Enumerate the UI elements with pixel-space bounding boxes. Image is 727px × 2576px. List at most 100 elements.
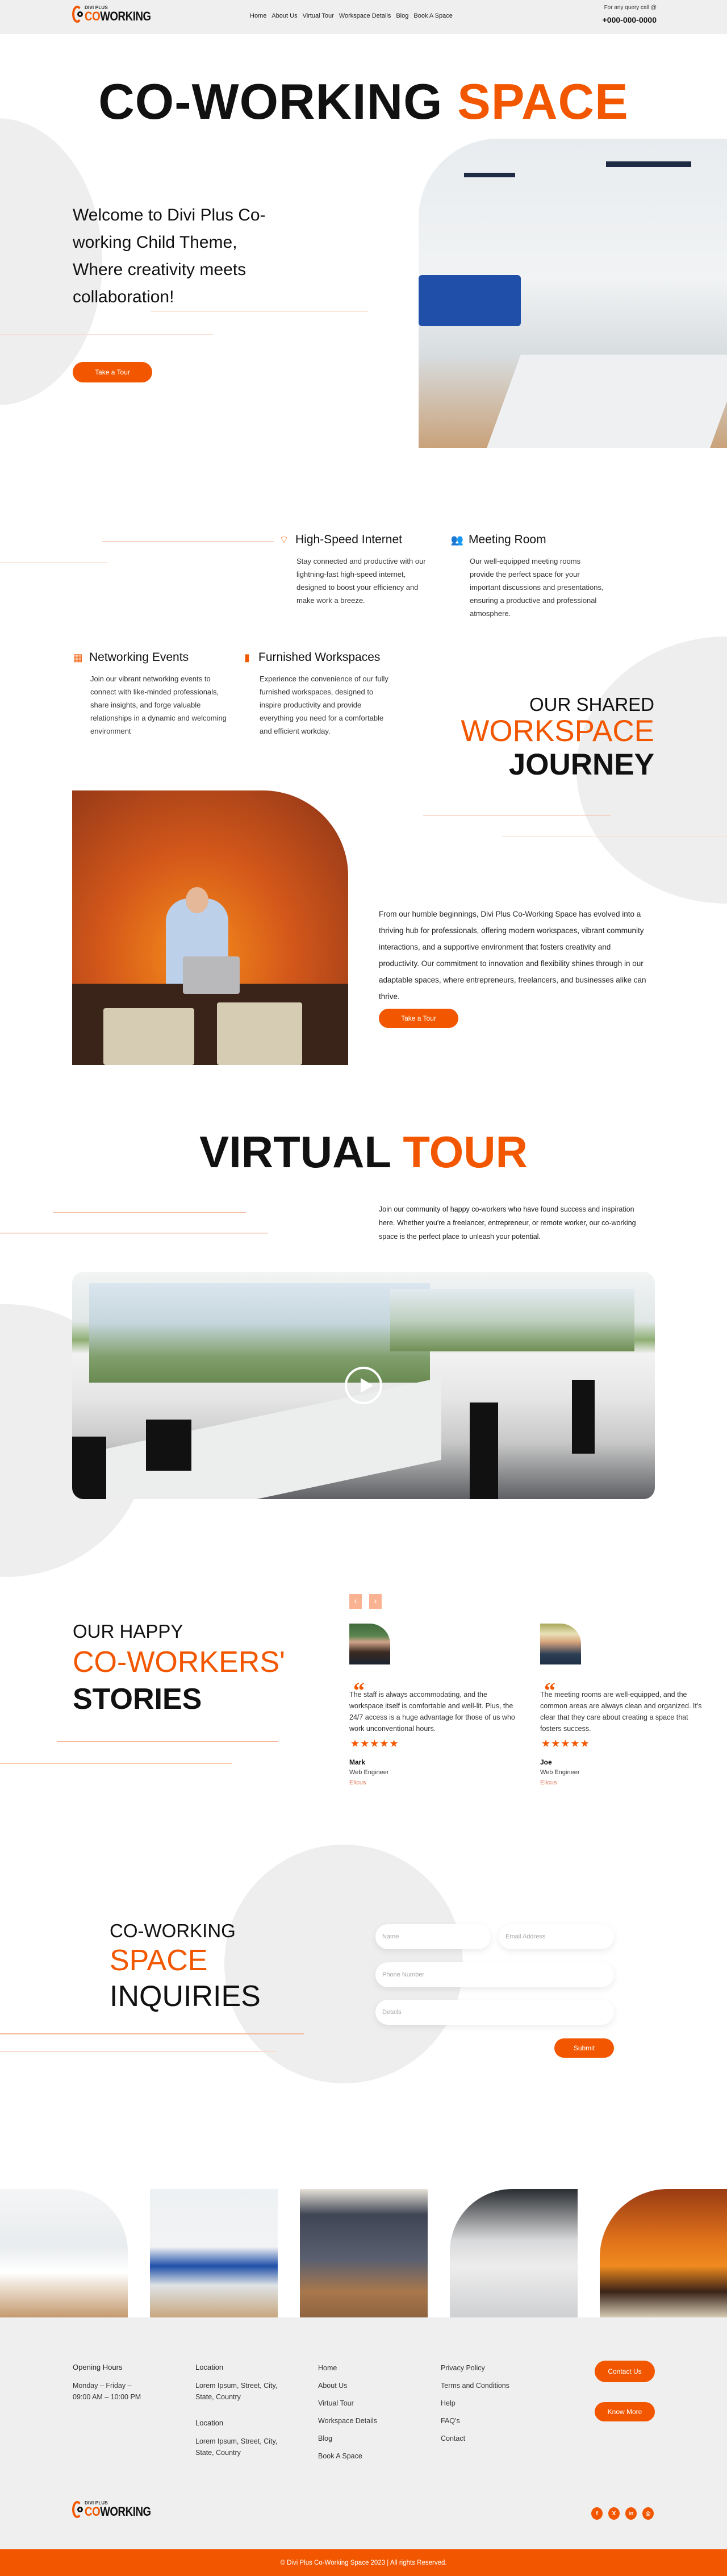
feature-furnished-workspaces: ▮ Furnished Workspaces Experience the con… [241, 651, 396, 738]
testimonial-text: The meeting rooms are well-equipped, and… [540, 1691, 702, 1733]
footer-link-help[interactable]: Help [441, 2399, 456, 2407]
journey-take-tour-button[interactable]: Take a Tour [379, 1009, 458, 1028]
site-header: DIVI PLUS COWORKING Home About Us Virtua… [0, 0, 727, 34]
nav-workspace-details[interactable]: Workspace Details [339, 13, 391, 19]
users-icon: 👥 [450, 534, 464, 546]
inquiry-heading: CO-WORKING SPACE INQUIRIES [110, 1920, 261, 2013]
virtual-tour-video[interactable] [72, 1272, 655, 1499]
carousel-prev-button[interactable]: ‹ [349, 1594, 362, 1609]
gallery-image-1 [0, 2189, 128, 2317]
opening-hours-title: Opening Hours [73, 2363, 123, 2371]
location-address: Lorem Ipsum, Street, City, State, Countr… [195, 2382, 278, 2401]
divider-line [0, 2051, 275, 2052]
tour-text: Join our community of happy co-workers w… [379, 1205, 636, 1241]
footer-link-blog[interactable]: Blog [318, 2434, 332, 2442]
logo-mark-icon [72, 2501, 83, 2518]
opening-hours-days: Monday – Friday – [73, 2382, 132, 2390]
avatar-mark [349, 1624, 390, 1664]
location-title: Location [195, 2363, 224, 2371]
nav-home[interactable]: Home [250, 13, 266, 19]
nav-book-a-space[interactable]: Book A Space [413, 13, 453, 19]
rating-stars: ★★★★★ [350, 1738, 399, 1749]
logo-co: CO [85, 9, 101, 23]
feature-title: High-Speed Internet [295, 533, 402, 546]
footer-link-contact[interactable]: Contact [441, 2434, 465, 2442]
nav-about-us[interactable]: About Us [271, 13, 297, 19]
main-nav: Home About Us Virtual Tour Workspace Det… [250, 13, 453, 19]
feature-text: Join our vibrant networking events to co… [90, 675, 227, 735]
rating-stars: ★★★★★ [541, 1738, 590, 1749]
opening-hours-time: 09:00 AM – 10:00 PM [73, 2393, 141, 2401]
gallery-image-4 [450, 2189, 578, 2317]
copyright-text: © Divi Plus Co-Working Space 2023 | All … [280, 2559, 447, 2566]
testimonial-name: Mark [349, 1758, 366, 1766]
play-button-icon[interactable] [345, 1367, 382, 1404]
divider-line [53, 1212, 246, 1213]
facebook-icon[interactable]: f [591, 2507, 603, 2520]
divider-line [0, 334, 213, 335]
email-input[interactable] [499, 1924, 614, 1949]
submit-button[interactable]: Submit [554, 2038, 614, 2058]
footer-link-faqs[interactable]: FAQ's [441, 2417, 460, 2425]
gallery-image-3 [300, 2189, 428, 2317]
carousel-next-button[interactable]: › [369, 1594, 382, 1609]
hero-office-image [419, 139, 727, 448]
journey-image [72, 790, 348, 1065]
know-more-button[interactable]: Know More [595, 2402, 655, 2421]
instagram-icon[interactable]: ◎ [642, 2507, 654, 2520]
linkedin-icon[interactable]: in [625, 2507, 637, 2520]
footer-link-privacy-policy[interactable]: Privacy Policy [441, 2364, 485, 2372]
tour-heading: VIRTUAL TOUR [199, 1127, 528, 1177]
feature-networking-events: ▦ Networking Events Join our vibrant netw… [72, 651, 227, 738]
copyright-bar: © Divi Plus Co-Working Space 2023 | All … [0, 2549, 727, 2576]
footer-link-home[interactable]: Home [318, 2364, 337, 2372]
feature-text: Experience the convenience of our fully … [260, 675, 388, 735]
journey-text: From our humble beginnings, Divi Plus Co… [379, 910, 646, 1001]
phone-input[interactable] [375, 1962, 614, 1987]
query-label: For any query call @ [604, 5, 657, 11]
divider-line [0, 2033, 304, 2034]
feature-text: Our well-equipped meeting rooms provide … [470, 557, 604, 618]
footer-link-terms[interactable]: Terms and Conditions [441, 2382, 509, 2390]
feature-title: Networking Events [89, 651, 189, 664]
logo[interactable]: DIVI PLUS COWORKING [72, 6, 162, 23]
phone-number[interactable]: +000-000-0000 [603, 15, 657, 24]
testimonial-text: The staff is always accommodating, and t… [349, 1691, 515, 1733]
logo-working: WORKING [100, 9, 151, 23]
footer-link-book-a-space[interactable]: Book A Space [318, 2452, 362, 2460]
nav-virtual-tour[interactable]: Virtual Tour [303, 13, 334, 19]
footer-link-about-us[interactable]: About Us [318, 2382, 347, 2390]
footer-logo[interactable]: DIVI PLUS COWORKING [72, 2501, 162, 2518]
gallery-image-2 [150, 2189, 278, 2317]
divider-line [0, 1233, 268, 1234]
journey-heading: OUR SHARED WORKSPACE JOURNEY [461, 694, 654, 781]
stories-heading: OUR HAPPY CO-WORKERS' STORIES [73, 1621, 285, 1716]
location-title: Location [195, 2419, 224, 2427]
footer-link-workspace-details[interactable]: Workspace Details [318, 2417, 377, 2425]
nav-blog[interactable]: Blog [396, 13, 408, 19]
testimonial-company: Elicus [540, 1779, 557, 1786]
details-input[interactable] [375, 2000, 614, 2025]
avatar-joe [540, 1624, 581, 1664]
feature-title: Meeting Room [469, 533, 546, 546]
divider-line [0, 562, 108, 563]
testimonial-company: Elicus [349, 1779, 366, 1786]
feature-meeting-room: 👥 Meeting Room Our well-equipped meeting … [450, 533, 606, 620]
testimonial-role: Web Engineer [349, 1769, 389, 1776]
divider-line [57, 1741, 278, 1742]
x-twitter-icon[interactable]: X [608, 2507, 620, 2520]
footer-link-virtual-tour[interactable]: Virtual Tour [318, 2399, 354, 2407]
footer: Opening Hours Monday – Friday – 09:00 AM… [0, 2317, 727, 2576]
feature-high-speed-internet: ⌔ High-Speed Internet Stay connected and … [278, 533, 433, 607]
divider-line [102, 541, 274, 542]
hero-take-tour-button[interactable]: Take a Tour [73, 362, 152, 382]
testimonial-role: Web Engineer [540, 1769, 580, 1776]
hero-subtitle: Welcome to Divi Plus Co-working Child Th… [73, 206, 266, 306]
contact-us-button[interactable]: Contact Us [595, 2361, 655, 2382]
feature-text: Stay connected and productive with our l… [296, 557, 426, 605]
location-address: Lorem Ipsum, Street, City, State, Countr… [195, 2437, 278, 2457]
header-contact: For any query call @ +000-000-0000 [603, 5, 657, 24]
name-input[interactable] [375, 1924, 491, 1949]
testimonial-name: Joe [540, 1758, 552, 1766]
gallery-image-5 [600, 2189, 727, 2317]
